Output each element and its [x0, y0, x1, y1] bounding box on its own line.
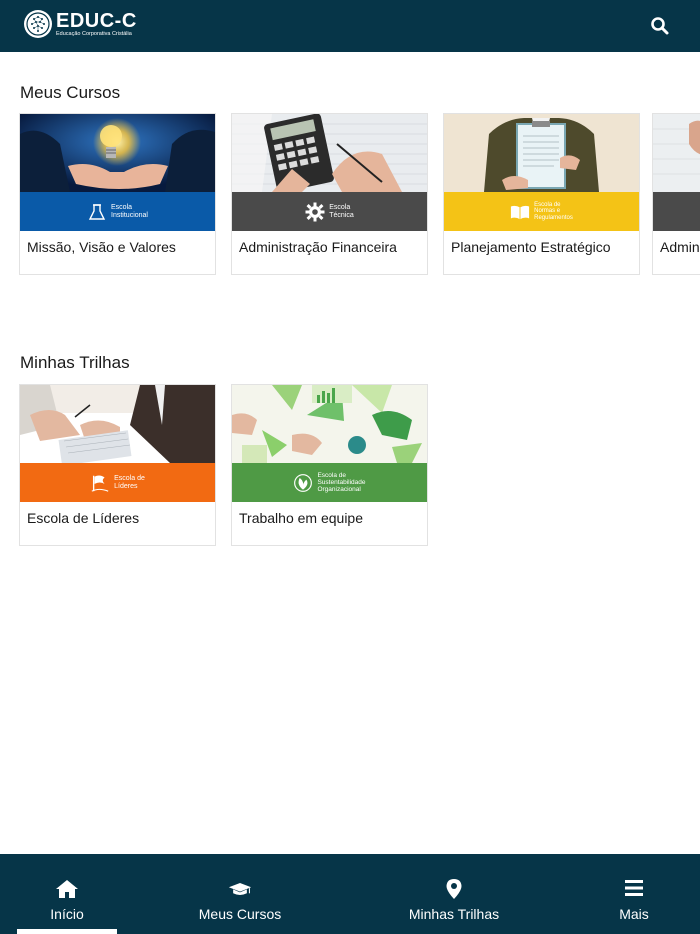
trail-card-school-band: Escola de Sustentabilidade Organizaciona… [232, 463, 427, 502]
bottom-navigation: Início Meus Cursos Minhas Trilhas Mais [0, 854, 700, 934]
nav-item-home[interactable]: Início [17, 854, 117, 934]
search-button[interactable] [650, 16, 670, 36]
book-icon [510, 202, 530, 222]
logo-title: EDUC-C [56, 9, 137, 32]
course-card-school-band: Escola Institucional [20, 192, 215, 231]
course-card-image [653, 114, 700, 192]
home-icon [55, 878, 79, 900]
course-card-image [444, 114, 639, 192]
trails-section-title: Minhas Trilhas [20, 353, 130, 372]
course-title: Missão, Visão e Valores [27, 239, 176, 255]
active-tab-indicator [17, 929, 117, 934]
trail-title: Escola de Líderes [27, 510, 140, 526]
trail-card-leaders[interactable]: Escola de Líderes Escola de Líderes [19, 384, 216, 546]
graduation-cap-icon [228, 878, 252, 900]
school-label: Escola Institucional [111, 204, 148, 219]
trail-card-school-band: Escola de Líderes [20, 463, 215, 502]
trail-card-image [20, 385, 215, 463]
course-card-image [20, 114, 215, 192]
gear-icon [305, 202, 325, 222]
menu-icon [622, 878, 646, 900]
search-icon [651, 17, 669, 35]
trail-card-teamwork[interactable]: Escola de Sustentabilidade Organizaciona… [231, 384, 428, 546]
course-card-mission[interactable]: Escola Institucional Missão, Visão e Val… [19, 113, 216, 275]
trail-card-image [232, 385, 427, 463]
courses-carousel[interactable]: Escola Institucional Missão, Visão e Val… [19, 113, 700, 278]
course-title: Administração Financeira [239, 239, 397, 255]
course-card-school-band [653, 192, 700, 231]
nav-label: Início [50, 906, 84, 922]
flask-icon [87, 202, 107, 222]
school-label: Escola de Normas e Regulamentos [534, 201, 573, 221]
course-card-finance[interactable]: Escola Técnica Administração Financeira [231, 113, 428, 275]
trails-carousel[interactable]: Escola de Líderes Escola de Líderes Esco… [19, 384, 700, 549]
logo-globe-icon [24, 10, 52, 38]
course-card-school-band: Escola Técnica [232, 192, 427, 231]
course-card-admin[interactable]: Admin [652, 113, 700, 275]
course-title: Admin [660, 239, 700, 255]
nav-item-my-courses[interactable]: Meus Cursos [180, 854, 300, 934]
course-card-planning[interactable]: Escola de Normas e Regulamentos Planejam… [443, 113, 640, 275]
school-label: Escola Técnica [329, 204, 354, 219]
trail-title: Trabalho em equipe [239, 510, 364, 526]
nav-label: Meus Cursos [198, 906, 282, 922]
school-label: Escola de Líderes [114, 475, 145, 490]
top-header: EDUC-C Educação Corporativa Cristália [0, 0, 700, 52]
logo-subtitle: Educação Corporativa Cristália [56, 30, 132, 37]
nav-item-my-trails[interactable]: Minhas Trilhas [394, 854, 514, 934]
nav-label: Mais [619, 906, 649, 922]
courses-section-title: Meus Cursos [20, 83, 121, 102]
course-title: Planejamento Estratégico [451, 239, 611, 255]
flag-icon [90, 473, 110, 493]
leaf-icon [293, 473, 313, 493]
app-logo[interactable]: EDUC-C Educação Corporativa Cristália [24, 10, 137, 38]
course-card-image [232, 114, 427, 192]
course-card-school-band: Escola de Normas e Regulamentos [444, 192, 639, 231]
school-label: Escola de Sustentabilidade Organizaciona… [317, 472, 366, 493]
map-pin-icon [442, 878, 466, 900]
nav-item-more[interactable]: Mais [604, 854, 664, 934]
nav-label: Minhas Trilhas [408, 906, 500, 922]
